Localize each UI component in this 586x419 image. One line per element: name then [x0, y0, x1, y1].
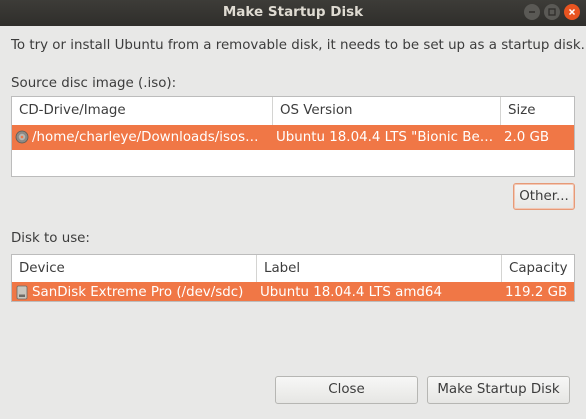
title-bar: Make Startup Disk [0, 0, 586, 26]
column-header-capacity[interactable]: Capacity [501, 255, 574, 283]
window-title: Make Startup Disk [222, 4, 364, 20]
make-startup-disk-button[interactable]: Make Startup Disk [427, 376, 570, 404]
source-table-header: CD-Drive/Image OS Version Size [12, 97, 574, 125]
source-row-selected[interactable]: /home/charleye/Downloads/isos… Ubuntu 18… [12, 125, 574, 150]
disk-label: Disk to use: [11, 231, 90, 246]
column-header-size[interactable]: Size [500, 97, 574, 125]
column-header-label[interactable]: Label [256, 255, 501, 283]
disk-label-cell: Ubuntu 18.04.4 LTS amd64 [260, 285, 442, 300]
other-button[interactable]: Other... [513, 183, 575, 210]
column-header-os-version[interactable]: OS Version [272, 97, 500, 125]
minimize-button[interactable] [524, 4, 540, 20]
disk-row-selected[interactable]: SanDisk Extreme Pro (/dev/sdc) Ubuntu 18… [12, 282, 574, 301]
column-header-device[interactable]: Device [12, 255, 256, 283]
maximize-button[interactable] [544, 4, 560, 20]
close-icon [568, 8, 576, 16]
source-label: Source disc image (.iso): [11, 76, 177, 91]
column-header-image[interactable]: CD-Drive/Image [12, 97, 272, 125]
close-button[interactable]: Close [275, 376, 418, 404]
intro-text: To try or install Ubuntu from a removabl… [11, 38, 585, 53]
image-path-cell: /home/charleye/Downloads/isos… [32, 130, 259, 145]
window-close-button[interactable] [564, 4, 580, 20]
size-cell: 2.0 GB [504, 130, 550, 145]
source-table: CD-Drive/Image OS Version Size /home/cha… [11, 96, 575, 177]
disk-table-header: Device Label Capacity [12, 255, 574, 283]
capacity-cell: 119.2 GB [505, 285, 568, 300]
device-cell: SanDisk Extreme Pro (/dev/sdc) [32, 285, 244, 300]
os-version-cell: Ubuntu 18.04.4 LTS "Bionic Bea… [276, 130, 500, 145]
disk-table: Device Label Capacity SanDisk Extreme Pr… [11, 254, 575, 302]
maximize-icon [548, 8, 556, 16]
minimize-icon [529, 11, 535, 13]
